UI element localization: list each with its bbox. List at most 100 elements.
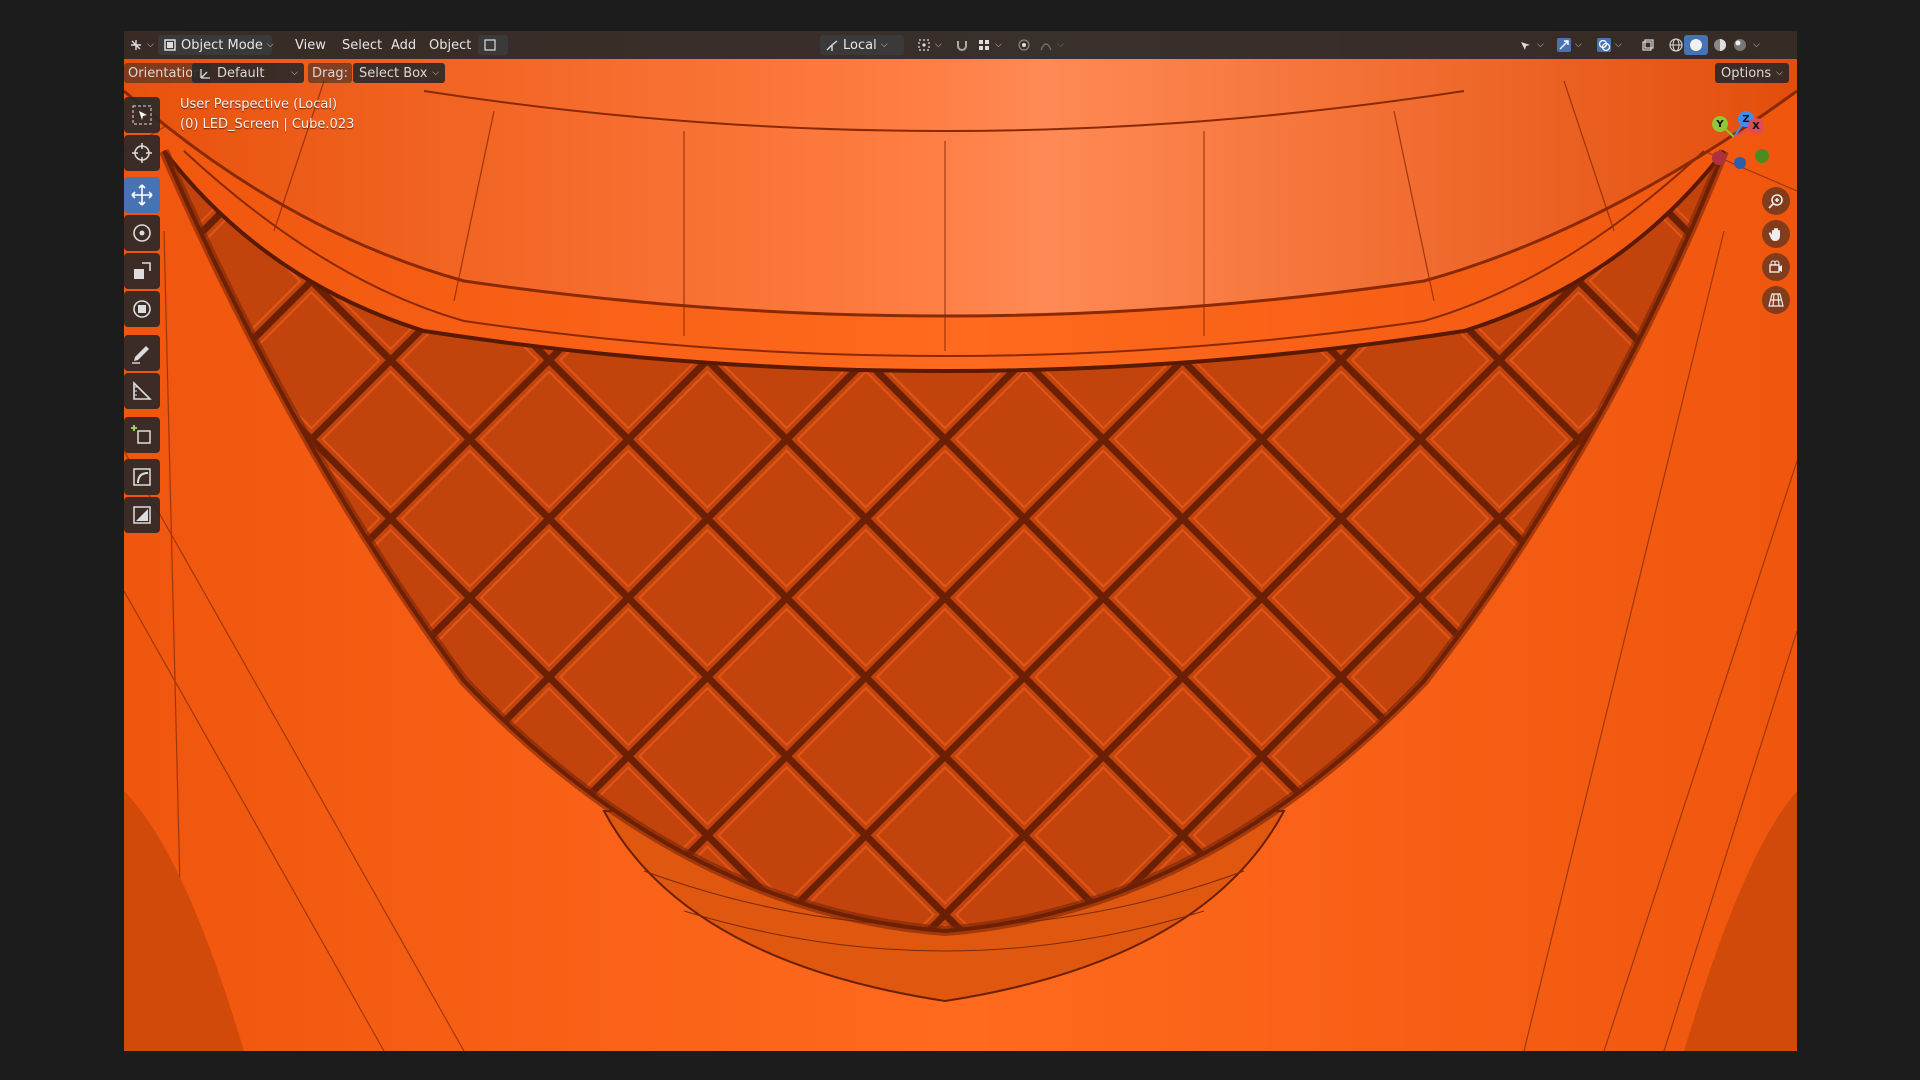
cursor-icon [132, 143, 152, 163]
perspective-toggle-button[interactable] [1762, 286, 1790, 314]
editor-type-icon [129, 38, 143, 52]
camera-view-button[interactable] [1762, 253, 1790, 281]
mode-dropdown[interactable]: Object Mode ⌵ [158, 35, 274, 55]
pivot-icon [917, 38, 931, 52]
transform-orientation-label: Local [843, 37, 877, 53]
xray-toggle[interactable] [1636, 35, 1660, 55]
gizmo-neg-z[interactable] [1734, 157, 1746, 169]
orientation-dropdown[interactable]: Default ⌵ [192, 63, 304, 83]
gizmo-neg-x[interactable] [1712, 151, 1726, 165]
drag-dropdown[interactable]: Select Box ⌵ [353, 63, 446, 83]
bend-icon [133, 468, 151, 486]
pencil-icon [132, 346, 149, 364]
chevron-down-icon: ⌵ [1615, 40, 1622, 50]
orientation-icon [825, 38, 839, 52]
grid-icon [1768, 293, 1784, 307]
drag-value: Select Box [359, 65, 428, 81]
menu-object[interactable]: Object [424, 35, 476, 55]
navigation-gizmo[interactable]: Z Y X [1704, 109, 1774, 179]
mode-label: Object Mode [181, 37, 263, 53]
transform-tool[interactable] [124, 291, 160, 327]
move-tool[interactable] [124, 177, 160, 213]
chevron-down-icon: ⌵ [1057, 40, 1064, 50]
xray-icon [1641, 38, 1655, 52]
camera-icon [1769, 260, 1782, 273]
chevron-down-icon: ⌵ [1753, 40, 1760, 50]
select-box-icon [132, 105, 152, 125]
move-icon [131, 184, 153, 206]
solid-shading-button[interactable] [1684, 35, 1708, 55]
viewport-3d[interactable] [124, 31, 1797, 1051]
annotate-tool[interactable] [124, 335, 160, 371]
chevron-down-icon: ⌵ [266, 40, 274, 50]
viewport-perspective-label: User Perspective (Local) [180, 97, 338, 112]
add-cube-icon [131, 425, 151, 444]
viewport-header: ⌵ Object Mode ⌵ View Select Add Object L… [124, 31, 1797, 59]
cursor-tool[interactable] [124, 135, 160, 171]
select-box-tool[interactable] [124, 97, 160, 133]
extra-tool-1[interactable] [124, 459, 160, 495]
scale-icon [134, 262, 151, 279]
viewport-object-info: (0) LED_Screen | Cube.023 [180, 117, 355, 132]
solid-icon [1689, 38, 1703, 52]
chevron-down-icon: ⌵ [1575, 40, 1582, 50]
chevron-down-icon: ⌵ [1776, 68, 1783, 78]
falloff-icon [1039, 38, 1053, 52]
pivot-point-button[interactable]: ⌵ [912, 35, 947, 55]
snap-target-dropdown[interactable]: ⌵ [972, 35, 1007, 55]
drag-label: Drag: [308, 63, 352, 83]
object-mode-icon [163, 38, 177, 52]
magnet-icon [955, 38, 969, 52]
rotate-tool[interactable] [124, 215, 160, 251]
transform-icon [133, 300, 151, 318]
options-label: Options [1721, 65, 1772, 81]
chevron-down-icon: ⌵ [147, 40, 154, 50]
chevron-down-icon: ⌵ [291, 68, 298, 78]
add-cube-tool[interactable] [124, 417, 160, 453]
menu-view[interactable]: View [290, 35, 331, 55]
proportional-edit-toggle[interactable] [1012, 35, 1036, 55]
rotate-icon [133, 224, 151, 242]
blender-window: ⌵ Object Mode ⌵ View Select Add Object L… [124, 31, 1797, 1051]
proportional-edit-icon [1017, 38, 1031, 52]
selectability-icon [1519, 38, 1533, 52]
shear-icon [133, 506, 151, 524]
orientation-value: Default [217, 65, 265, 81]
object-data-icon [483, 38, 497, 52]
zoom-button[interactable] [1762, 187, 1790, 215]
rendered-icon [1733, 38, 1747, 52]
extra-tool-2[interactable] [124, 497, 160, 533]
gizmo-neg-y[interactable] [1755, 149, 1769, 163]
chevron-down-icon: ⌵ [935, 40, 942, 50]
object-data-button[interactable] [478, 35, 508, 55]
overlays-icon [1597, 38, 1611, 52]
gizmo-x-axis[interactable]: X [1748, 118, 1764, 134]
gizmo-icon [1557, 38, 1571, 52]
overlays-toggle[interactable]: ⌵ [1592, 35, 1627, 55]
shading-options-dropdown[interactable]: ⌵ [1748, 35, 1765, 55]
editor-type-button[interactable]: ⌵ [124, 35, 159, 55]
wireframe-icon [1669, 38, 1683, 52]
options-dropdown[interactable]: Options ⌵ [1715, 63, 1789, 83]
chevron-down-icon: ⌵ [432, 68, 440, 78]
snap-toggle[interactable] [950, 35, 974, 55]
pan-button[interactable] [1762, 220, 1790, 248]
ruler-icon [133, 381, 152, 400]
gizmo-y-axis[interactable]: Y [1712, 116, 1728, 132]
measure-tool[interactable] [124, 373, 160, 409]
scale-tool[interactable] [124, 253, 160, 289]
chevron-down-icon: ⌵ [880, 40, 888, 50]
orientation-axes-icon [198, 66, 212, 80]
falloff-dropdown[interactable]: ⌵ [1034, 35, 1069, 55]
visibility-dropdown[interactable]: ⌵ [1514, 35, 1549, 55]
tool-settings-bar: Orientation: Default ⌵ Drag: Select Box … [124, 59, 1797, 87]
material-preview-icon [1713, 38, 1727, 52]
zoom-icon [1768, 194, 1783, 209]
chevron-down-icon: ⌵ [995, 40, 1002, 50]
menu-select[interactable]: Select [337, 35, 387, 55]
hand-icon [1768, 228, 1780, 241]
transform-orientation-dropdown[interactable]: Local ⌵ [820, 35, 904, 55]
menu-add[interactable]: Add [386, 35, 421, 55]
snap-grid-icon [977, 38, 991, 52]
gizmo-toggle[interactable]: ⌵ [1552, 35, 1587, 55]
